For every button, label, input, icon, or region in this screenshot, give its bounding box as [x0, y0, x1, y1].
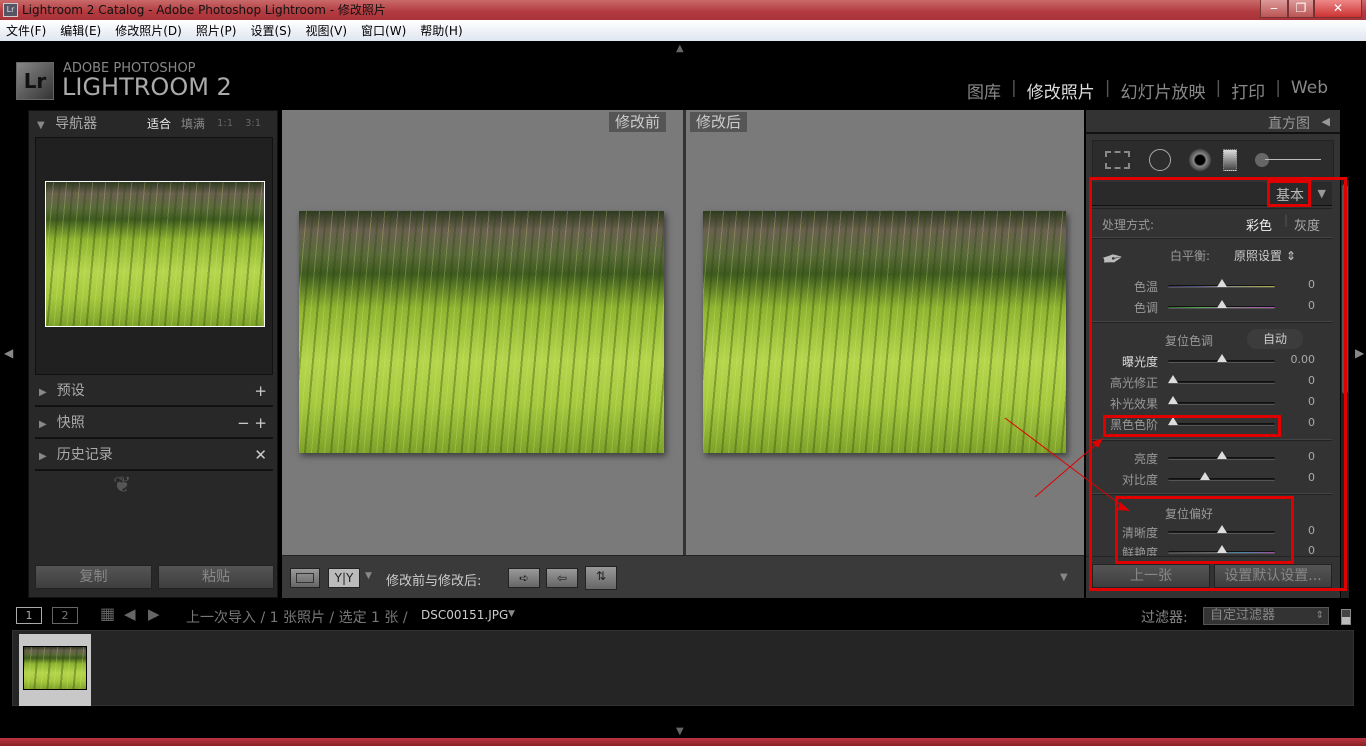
grid-icon[interactable]: ▦ [100, 604, 115, 623]
back-arrow-icon[interactable]: ◀ [124, 605, 136, 623]
second-window-button[interactable]: 2 [52, 607, 78, 624]
forward-arrow-icon[interactable]: ▶ [148, 605, 160, 623]
filmstrip-bar: 1 2 ▦ ◀ ▶ 上一次导入 / 1 张照片 / 选定 1 张 / DSC00… [0, 602, 1366, 630]
filename[interactable]: DSC00151.JPG [421, 608, 508, 622]
main-window-button[interactable]: 1 [16, 607, 42, 624]
filter-label: 过滤器: [1141, 610, 1188, 626]
bottom-panel-toggle-icon[interactable]: ▼ [676, 726, 684, 737]
filmstrip [12, 630, 1354, 706]
filter-select[interactable]: 自定过滤器 ⇕ [1203, 607, 1329, 625]
taskbar [0, 738, 1366, 746]
filename-dropdown-icon[interactable]: ▼ [508, 609, 515, 619]
updown-icon: ⇕ [1315, 610, 1324, 621]
filmstrip-cell[interactable] [19, 634, 91, 706]
filter-toggle[interactable] [1341, 609, 1351, 625]
source-breadcrumb[interactable]: 上一次导入 / 1 张照片 / 选定 1 张 / [186, 607, 408, 627]
filmstrip-thumbnail[interactable] [23, 646, 87, 690]
